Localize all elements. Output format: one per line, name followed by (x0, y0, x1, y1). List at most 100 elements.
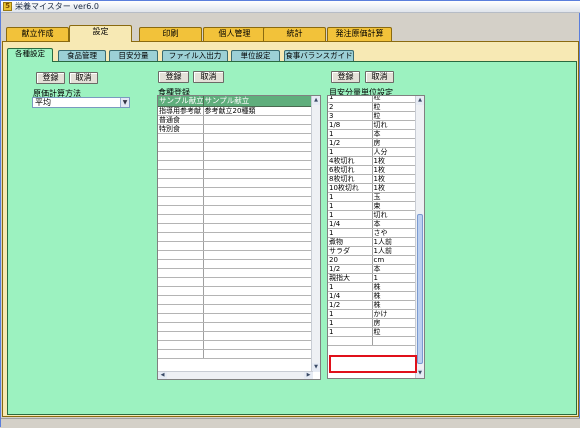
table-cell[interactable]: 1 (328, 282, 373, 292)
table-row[interactable] (158, 196, 314, 206)
table-cell[interactable] (203, 223, 314, 233)
table-cell[interactable]: 本 (372, 219, 418, 229)
table-row[interactable]: 1株 (328, 282, 418, 292)
table-cell[interactable] (158, 142, 204, 152)
table-row[interactable]: 1粒 (328, 327, 418, 337)
table-row[interactable] (158, 340, 314, 350)
table-row[interactable] (158, 142, 314, 152)
table-cell[interactable]: 10枚切れ (328, 183, 373, 193)
table-cell[interactable]: 4枚切れ (328, 156, 373, 166)
table-cell[interactable]: 1 (372, 273, 418, 283)
table-row[interactable]: サラダ 1人前 (328, 246, 418, 256)
table-row[interactable]: 1/2 房 (328, 138, 418, 148)
table-row[interactable] (158, 187, 314, 197)
table-row[interactable]: 4枚切れ 1枚 (328, 156, 418, 166)
table-cell[interactable]: 親指大 (328, 273, 373, 283)
table-row[interactable]: 1/2 株 (328, 300, 418, 310)
table-row[interactable]: 1/2 本 (328, 264, 418, 274)
table-cell[interactable]: 粒 (372, 102, 418, 112)
table-row[interactable]: 1 人分 (328, 147, 418, 157)
table-row[interactable]: 1玉 (328, 192, 418, 202)
table-cell[interactable] (158, 268, 204, 278)
table-cell[interactable] (203, 277, 314, 287)
tab-personal[interactable]: 個人管理 (203, 27, 266, 41)
table-row[interactable] (158, 241, 314, 251)
table-cell[interactable] (203, 349, 314, 359)
table-cell[interactable] (158, 187, 204, 197)
meal-type-grid[interactable]: サンプル献立 サンプル献立 指導用参考献 参考献立20種類 普通食 特別食 ▲ ▼ ◀… (157, 95, 321, 380)
unit-cancel-button[interactable]: 取消 (365, 71, 394, 83)
table-cell[interactable]: 房 (372, 138, 418, 148)
table-cell[interactable]: さや (372, 228, 418, 238)
table-row[interactable]: 特別食 (158, 124, 314, 134)
table-row[interactable]: 指導用参考献 参考献立20種類 (158, 106, 314, 116)
subtab-balance-guide[interactable]: 食事バランスガイド (284, 50, 354, 61)
table-cell[interactable] (203, 340, 314, 350)
table-row[interactable]: 3粒 (328, 111, 418, 121)
subtab-portion[interactable]: 目安分量 (109, 50, 158, 61)
table-row[interactable]: 2粒 (328, 102, 418, 112)
table-cell[interactable] (203, 196, 314, 206)
table-cell[interactable]: 株 (372, 300, 418, 310)
scroll-down-icon[interactable]: ▼ (416, 369, 424, 378)
meal-cancel-button[interactable]: 取消 (193, 71, 224, 83)
table-row[interactable]: 6枚切れ 1枚 (328, 165, 418, 175)
table-row[interactable]: 1粒 (328, 96, 418, 103)
table-cell[interactable] (158, 169, 204, 179)
table-cell[interactable] (203, 115, 314, 125)
table-cell[interactable] (158, 178, 204, 188)
table-cell[interactable]: 1人前 (372, 237, 418, 247)
table-cell[interactable] (158, 151, 204, 161)
table-cell[interactable]: 6枚切れ (328, 165, 373, 175)
table-row[interactable] (158, 313, 314, 323)
table-cell[interactable]: 1枚 (372, 174, 418, 184)
table-row[interactable]: 1 さや (328, 228, 418, 238)
table-cell[interactable]: 3 (328, 111, 373, 121)
table-cell[interactable]: 8枚切れ (328, 174, 373, 184)
table-cell[interactable] (328, 336, 373, 346)
table-cell[interactable] (158, 259, 204, 269)
table-cell[interactable]: 1 (328, 210, 373, 220)
table-cell[interactable]: 1 (328, 96, 373, 103)
table-cell[interactable]: 玉 (372, 192, 418, 202)
table-cell[interactable]: 特別食 (158, 124, 204, 134)
table-cell[interactable] (203, 142, 314, 152)
table-row[interactable]: 煮物 1人前 (328, 237, 418, 247)
table-row[interactable] (158, 214, 314, 224)
table-cell[interactable]: 束 (372, 201, 418, 211)
table-cell[interactable]: 1枚 (372, 165, 418, 175)
table-cell[interactable]: 参考献立20種類 (203, 106, 314, 116)
table-cell[interactable]: 2 (328, 102, 373, 112)
table-cell[interactable]: 1/2 (328, 138, 373, 148)
table-cell[interactable]: 本 (372, 129, 418, 139)
tab-print[interactable]: 印刷 (139, 27, 202, 41)
column-header[interactable]: サンプル献立 (203, 96, 314, 107)
table-row[interactable] (158, 178, 314, 188)
table-cell[interactable] (203, 124, 314, 134)
table-cell[interactable] (203, 232, 314, 242)
table-cell[interactable] (203, 295, 314, 305)
subtab-food[interactable]: 食品管理 (58, 50, 106, 61)
table-cell[interactable]: 煮物 (328, 237, 373, 247)
table-row[interactable]: 8枚切れ 1枚 (328, 174, 418, 184)
table-cell[interactable] (158, 286, 204, 296)
table-row[interactable]: 10枚切れ 1枚 (328, 183, 418, 193)
table-cell[interactable] (203, 178, 314, 188)
tab-menu-creation[interactable]: 献立作成 (6, 27, 69, 41)
table-cell[interactable]: 1/2 (328, 300, 373, 310)
table-cell[interactable] (158, 295, 204, 305)
scroll-up-icon[interactable]: ▲ (416, 96, 424, 105)
table-row[interactable]: 1/8 切れ (328, 120, 418, 130)
table-row[interactable] (158, 277, 314, 287)
table-cell[interactable] (158, 214, 204, 224)
scroll-right-icon[interactable]: ▶ (304, 372, 313, 379)
table-row[interactable]: 1本 (328, 129, 418, 139)
table-cell[interactable]: 切れ (372, 120, 418, 130)
table-cell[interactable]: 1人前 (372, 246, 418, 256)
unit-grid[interactable]: 1 粒 2 粒 3 粒 1/8 切れ 1 本 1/2 房 1 人分 4枚切れ 1枚 6枚切れ 1枚 8枚切れ 1枚 10… (327, 95, 425, 379)
tab-settings[interactable]: 設定 (69, 25, 132, 42)
scroll-left-icon[interactable]: ◀ (158, 372, 167, 379)
table-cell[interactable]: 株 (372, 282, 418, 292)
table-cell[interactable] (158, 241, 204, 251)
table-cell[interactable]: 本 (372, 264, 418, 274)
